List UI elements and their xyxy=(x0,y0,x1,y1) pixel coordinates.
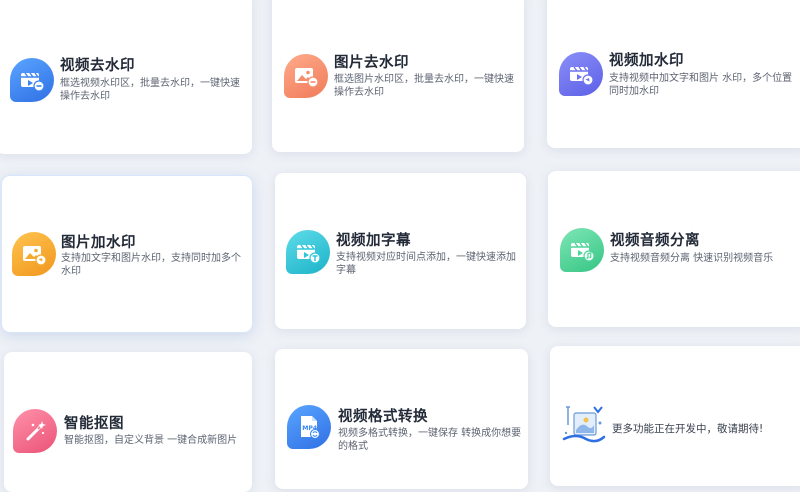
under-development-icon xyxy=(560,403,606,447)
feature-title: 视频加字幕 xyxy=(336,233,411,249)
magic-wand-icon xyxy=(13,409,57,453)
feature-card-image-remove-watermark[interactable]: 图片去水印 框选图片水印区，批量去水印，一键快速操作去水印 xyxy=(272,0,524,152)
audio-separate-icon xyxy=(560,228,604,272)
feature-title: 图片去水印 xyxy=(334,55,409,71)
feature-description: 框选视频水印区，批量去水印，一键快速操作去水印 xyxy=(60,78,240,102)
feature-title: 图片加水印 xyxy=(61,235,136,251)
feature-description: 框选图片水印区，批量去水印，一键快速操作去水印 xyxy=(334,74,514,98)
feature-card-coming-soon: 更多功能正在开发中，敬请期待! xyxy=(550,346,800,486)
feature-description: 支持加文字和图片水印，支持同时加多个水印 xyxy=(61,253,241,277)
feature-description: 视频多格式转换，一键保存 转换成你想要的格式 xyxy=(338,428,522,452)
feature-card-video-remove-watermark[interactable]: 视频去水印 框选视频水印区，批量去水印，一键快速操作去水印 xyxy=(0,0,252,154)
video-add-watermark-icon xyxy=(559,52,603,96)
feature-description: 智能抠图，自定义背景 一键合成新图片 xyxy=(64,435,238,446)
feature-card-video-format-convert[interactable]: MP4 视频格式转换 视频多格式转换，一键保存 转换成你想要的格式 xyxy=(275,349,528,489)
feature-title: 视频音频分离 xyxy=(610,233,700,249)
feature-card-smart-cutout[interactable]: 智能抠图 智能抠图，自定义背景 一键合成新图片 xyxy=(4,352,252,492)
feature-card-video-subtitle[interactable]: 视频加字幕 支持视频对应时间点添加，一键快速添加字幕 xyxy=(275,173,526,329)
coming-soon-text: 更多功能正在开发中，敬请期待! xyxy=(612,423,764,435)
feature-card-video-add-watermark[interactable]: 视频加水印 支持视频中加文字和图片 水印，多个位置同时加水印 xyxy=(547,0,800,148)
feature-description: 支持视频中加文字和图片 水印，多个位置同时加水印 xyxy=(609,73,793,97)
feature-title: 智能抠图 xyxy=(64,416,124,432)
image-add-watermark-icon xyxy=(12,232,56,276)
mp4-file-icon: MP4 xyxy=(287,405,331,449)
feature-title: 视频格式转换 xyxy=(338,409,428,425)
feature-title: 视频加水印 xyxy=(609,53,684,69)
feature-card-audio-separate[interactable]: 视频音频分离 支持视频音频分离 快速识别视频音乐 xyxy=(548,171,800,327)
feature-card-image-add-watermark[interactable]: 图片加水印 支持加文字和图片水印，支持同时加多个水印 xyxy=(2,176,252,332)
image-remove-watermark-icon xyxy=(284,54,328,98)
feature-title: 视频去水印 xyxy=(60,58,135,74)
feature-description: 支持视频对应时间点添加，一键快速添加字幕 xyxy=(336,252,516,276)
video-remove-watermark-icon xyxy=(10,58,54,102)
feature-description: 支持视频音频分离 快速识别视频音乐 xyxy=(610,253,774,264)
video-subtitle-icon xyxy=(286,230,330,274)
